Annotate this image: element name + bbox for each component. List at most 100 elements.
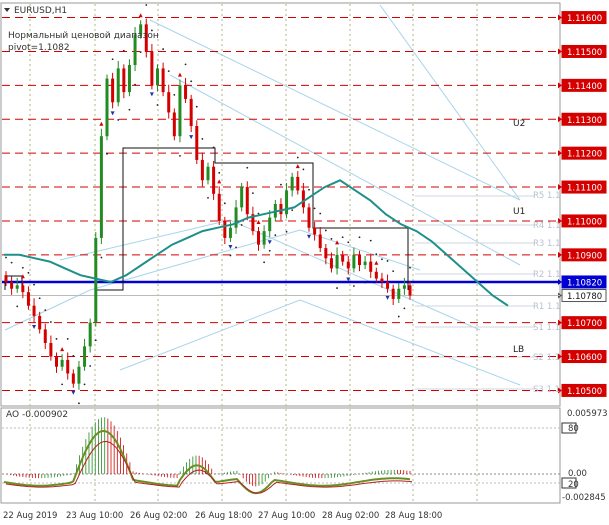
candle-body <box>206 166 210 181</box>
sar-dot <box>207 196 209 199</box>
sar-dot <box>375 253 378 256</box>
candle-body <box>83 346 87 367</box>
price-chart[interactable]: 1.11600 1.11500 1.11400 1.11300 1.11200 1.111… <box>0 0 609 525</box>
candle-body <box>257 231 260 245</box>
sar-dot <box>162 48 165 50</box>
fractal-up-icon <box>256 220 261 225</box>
fractal-down-icon <box>32 324 37 329</box>
sar-dot <box>336 287 338 289</box>
candle-body <box>127 65 131 93</box>
sar-dot <box>235 246 237 249</box>
candle-body <box>172 112 176 137</box>
fractal-down-icon <box>71 390 76 395</box>
price-level-label: 1.11200 <box>567 150 602 160</box>
sar-dot <box>122 49 125 52</box>
candle-body <box>363 261 367 266</box>
candle-body <box>161 68 165 93</box>
sar-dot <box>341 236 344 239</box>
sar-dot <box>167 70 170 73</box>
fractal-up-icon <box>295 164 300 169</box>
sar-dot <box>347 241 350 244</box>
sar-dot <box>403 307 406 310</box>
sar-dot <box>33 283 35 286</box>
sar-dot <box>61 383 64 386</box>
candle-body <box>55 356 58 367</box>
sar-dot <box>330 238 333 240</box>
sar-dot <box>218 171 221 174</box>
sar-dot <box>16 305 19 308</box>
sar-dot <box>296 156 299 159</box>
fractal-down-icon <box>149 92 154 97</box>
fractal-up-icon <box>177 72 182 77</box>
price-level-label: 1.11100 <box>567 184 602 194</box>
candle-body <box>133 34 137 66</box>
candle-body <box>335 254 339 269</box>
candle-body <box>262 231 266 245</box>
fractal-down-icon <box>267 240 272 245</box>
candle-body <box>318 234 322 249</box>
sar-dot <box>195 105 198 108</box>
candle-body <box>150 51 154 86</box>
sar-dot <box>173 93 176 96</box>
candle-body <box>290 176 294 191</box>
candle-body <box>358 254 361 266</box>
channel-guide-line <box>4 229 421 331</box>
fractal-down-icon <box>385 295 390 300</box>
sar-dot <box>302 168 305 171</box>
sar-dot <box>280 183 282 186</box>
candle-body <box>88 322 92 347</box>
sar-dot <box>190 80 193 83</box>
candle-body <box>77 366 81 384</box>
sar-dot <box>44 309 47 312</box>
sar-dot <box>308 188 310 191</box>
sar-dot <box>291 209 294 212</box>
sar-dot <box>319 212 322 215</box>
price-level-label: 1.10600 <box>567 353 602 363</box>
candle-body <box>279 204 283 215</box>
candle-body <box>386 281 390 289</box>
price-level-label: 1.11600 <box>567 14 602 24</box>
fractal-down-icon <box>189 135 194 140</box>
candle-body <box>105 78 109 137</box>
sar-dot <box>324 229 327 232</box>
sar-dot <box>134 83 136 86</box>
sar-dot <box>184 63 187 66</box>
sar-dot <box>240 224 243 226</box>
candle-body <box>26 292 30 306</box>
candle-body <box>268 217 272 232</box>
sar-dot <box>117 119 120 121</box>
candle-body <box>184 85 188 99</box>
candle-body <box>122 68 126 93</box>
candle-body <box>178 85 182 137</box>
sar-dot <box>352 285 355 287</box>
sar-dot <box>150 29 153 32</box>
sar-dot <box>38 297 41 300</box>
price-level-label: 1.11400 <box>567 82 602 92</box>
candle-body <box>369 261 373 272</box>
candle-body <box>49 342 53 357</box>
candle-body <box>200 159 204 181</box>
candle-body <box>285 190 289 215</box>
sar-dot <box>223 202 226 205</box>
candle-body <box>301 190 305 208</box>
sar-dot <box>263 261 266 264</box>
ao-secondary-line <box>5 440 413 494</box>
fractal-down-icon <box>110 111 115 116</box>
candle-body <box>21 285 25 293</box>
sar-dot <box>358 236 361 239</box>
candle-body <box>374 271 378 279</box>
candle-body <box>60 359 64 367</box>
candle-body <box>245 187 249 215</box>
sar-dot <box>257 212 260 215</box>
sar-dot <box>285 230 288 233</box>
candle-body <box>4 275 8 282</box>
sar-dot <box>274 234 277 237</box>
candle-body <box>217 193 221 221</box>
channel-guide-line <box>149 19 521 201</box>
price-level-label: 1.11000 <box>567 217 602 227</box>
candle-body <box>352 254 356 269</box>
sar-dot <box>94 339 97 342</box>
candle-body <box>234 207 238 228</box>
candle-body <box>38 315 42 330</box>
candle-body <box>94 237 98 323</box>
